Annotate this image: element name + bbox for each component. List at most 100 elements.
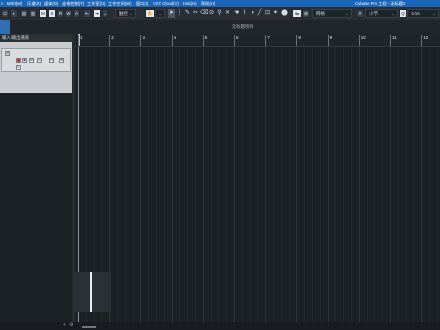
solo-track-button[interactable]: S <box>37 58 42 63</box>
eraser-icon[interactable]: ⌫ <box>200 9 208 18</box>
beat-gridline <box>163 47 165 322</box>
mute-track-button[interactable]: M <box>29 58 34 63</box>
ruler-bar-number: 8 <box>298 35 301 40</box>
scissors-icon[interactable]: ✂ <box>192 9 199 18</box>
settings-icon[interactable]: ⚙ <box>69 322 73 328</box>
touch-mode-options[interactable]: ⌄ <box>155 9 165 18</box>
monitor-button[interactable]: ◉ <box>22 58 27 63</box>
read-automation-button[interactable]: R <box>57 9 64 18</box>
hand-icon[interactable]: ☚ <box>233 9 240 18</box>
snap-mode-icon[interactable]: ⊞ <box>302 9 310 18</box>
menu-studio[interactable]: 工作室(U) <box>87 0 105 7</box>
beat-gridline <box>257 47 259 322</box>
ruler-tick <box>296 35 298 46</box>
ruler-bar-number: 3 <box>142 35 145 40</box>
record-enable-button[interactable]: ● <box>16 58 21 63</box>
bar-gridline <box>421 47 423 322</box>
chevron-down-icon: ⌄ <box>432 11 436 16</box>
bottom-bar: + ⚙ <box>0 322 440 330</box>
track-name[interactable] <box>15 51 16 56</box>
touch-mode-dropdown[interactable]: 触控 ⌄ <box>115 9 136 18</box>
constrain-delay-button[interactable]: ◐ <box>10 9 18 18</box>
activate-project-button[interactable]: ⏻ <box>1 9 9 18</box>
comp-icon[interactable]: ⊡ <box>264 9 271 18</box>
solo-button[interactable]: S <box>48 9 56 18</box>
beat-gridline <box>148 47 150 322</box>
ruler-tick <box>234 35 235 46</box>
quantize-preset-dropdown[interactable]: 小节 ⌄ <box>365 9 398 18</box>
mute-button[interactable]: M <box>39 9 47 18</box>
read-track-button[interactable]: R <box>49 58 54 63</box>
ruler-bar-number: 5 <box>204 35 208 40</box>
ruler-tick <box>358 35 360 46</box>
track-list-header: 输入/输出通道 <box>0 34 72 42</box>
pointer-icon[interactable]: ➤ <box>168 9 175 18</box>
ruler[interactable] <box>75 34 440 47</box>
beat-gridline <box>312 47 313 322</box>
beat-gridline <box>117 47 118 322</box>
color-picker-icon[interactable]: ⬤ <box>281 9 288 18</box>
horizontal-scrollbar[interactable] <box>82 326 96 328</box>
beat-gridline <box>374 47 376 322</box>
add-icon[interactable]: + <box>63 322 66 328</box>
beat-gridline <box>187 47 189 322</box>
edit-instrument-button[interactable]: ↳ <box>16 65 21 70</box>
menu-transport[interactable]: 走带控制(T) <box>62 0 84 7</box>
quantize-preset-label: 小节 <box>369 11 378 16</box>
beat-gridline <box>413 47 415 322</box>
speaker-icon[interactable]: ◖ <box>249 9 256 18</box>
bar-gridline <box>140 47 142 322</box>
pencil-icon[interactable]: ✎ <box>184 9 191 18</box>
auto-scroll-button[interactable]: ➜ <box>93 9 101 18</box>
auto-button[interactable]: A <box>73 9 80 18</box>
beat-gridline <box>351 47 352 322</box>
menu-score[interactable]: 乐谱(S) <box>27 0 41 7</box>
grid-type-dropdown[interactable]: 网格 ⌄ <box>312 9 352 18</box>
beat-gridline <box>436 47 438 322</box>
bar-gridline <box>296 47 298 322</box>
overview-panel[interactable] <box>73 272 111 312</box>
auto-scroll-options-button[interactable]: ⌄ <box>102 9 108 18</box>
ruler-bar-number: 1 <box>80 35 83 40</box>
inspector-toggle-button[interactable]: ▤ <box>20 9 28 18</box>
mute-tool-icon[interactable]: ✕ <box>224 9 231 18</box>
menu-window[interactable]: 窗口(I) <box>136 0 148 7</box>
menu-midi[interactable]: MIDI(M) <box>7 0 22 7</box>
ruler-bar-number: 10 <box>360 35 366 40</box>
menu-help[interactable]: 帮助(H) <box>201 0 215 7</box>
menu-icon[interactable]: ≡ <box>1 0 3 7</box>
track-row[interactable]: ▥ ● ◉ M S R W ↳ <box>1 48 71 72</box>
glue-icon[interactable]: ⊘ <box>208 9 215 18</box>
menu-vst-cloud[interactable]: VST Cloud(V) <box>153 0 179 7</box>
color-icon[interactable]: ✦ <box>272 9 279 18</box>
draw-icon[interactable]: ╱ <box>256 9 263 18</box>
ruler-tick <box>327 35 329 46</box>
snap-button[interactable]: ⇤ <box>83 9 91 18</box>
beat-gridline <box>226 47 228 322</box>
menu-workspace[interactable]: 工作空间(W) <box>108 0 132 7</box>
zone-toggle-button[interactable]: ▥ <box>29 9 37 18</box>
beat-gridline <box>335 47 337 322</box>
write-track-button[interactable]: W <box>59 58 64 63</box>
menu-media[interactable]: 媒体(D) <box>44 0 58 7</box>
beat-gridline <box>218 47 220 322</box>
ruler-bar-number: 11 <box>392 35 397 40</box>
overview-cursor[interactable] <box>90 272 92 312</box>
grid-icon[interactable]: # <box>356 9 364 18</box>
bar-gridline <box>327 47 329 322</box>
beat-gridline <box>397 47 399 322</box>
line-icon[interactable]: ⌇ <box>241 9 248 18</box>
snap-on-button[interactable]: ⇆ <box>292 9 302 18</box>
range-icon[interactable]: ⋮ <box>176 9 183 18</box>
zoom-icon[interactable]: ⚲ <box>216 9 223 18</box>
touch-mode-icon[interactable]: ✋ <box>145 9 155 18</box>
left-zone-icon[interactable] <box>0 20 10 34</box>
quantize-value-label: 1/16 <box>411 11 420 16</box>
beat-gridline <box>288 47 290 322</box>
ruler-tick <box>265 35 267 46</box>
menu-hub[interactable]: Hub(H) <box>183 0 197 7</box>
quantize-value-dropdown[interactable]: 1/16 ⌄ <box>407 9 439 18</box>
write-automation-button[interactable]: W <box>65 9 72 18</box>
quantize-snap-button[interactable]: Q <box>399 9 407 18</box>
chevron-down-icon: ⌄ <box>391 11 395 16</box>
